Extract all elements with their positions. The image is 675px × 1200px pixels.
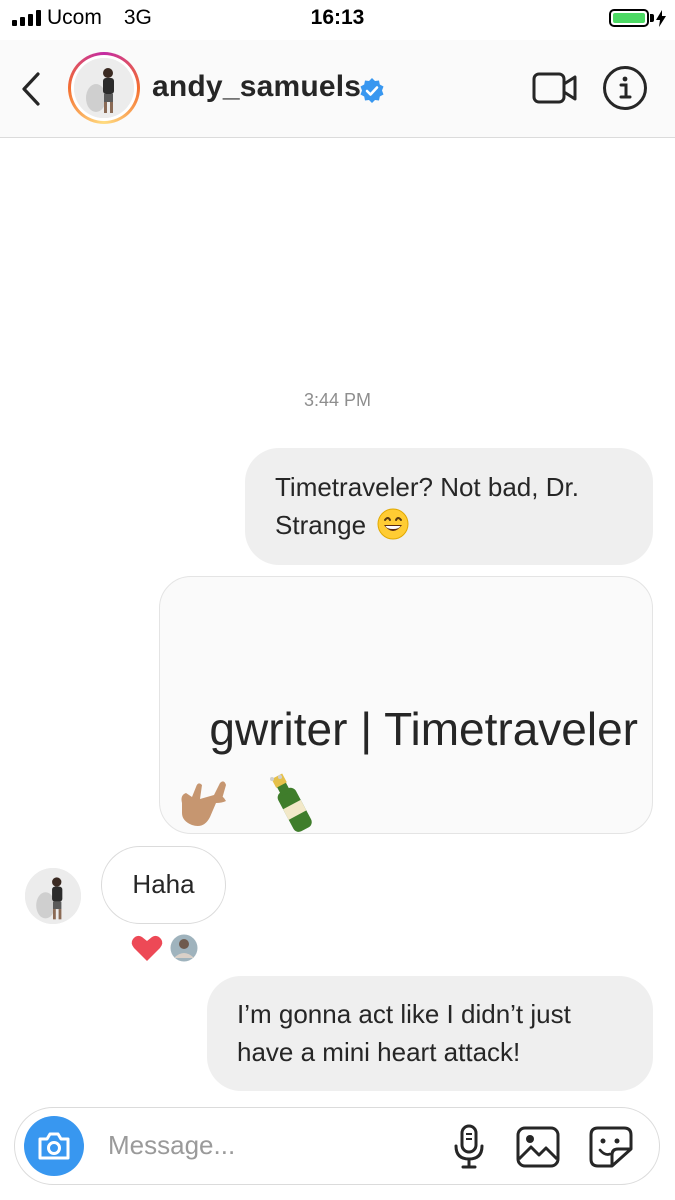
status-bar: Ucom 3G 16:13 (0, 0, 675, 40)
sender-avatar[interactable] (25, 868, 81, 924)
message-reactions[interactable] (130, 932, 202, 964)
message-text: Timetraveler? Not bad, Dr. Strange (275, 472, 579, 540)
outgoing-message[interactable]: I’m gonna act like I didn’t just have a … (207, 976, 653, 1091)
back-chevron-icon[interactable] (18, 70, 46, 108)
verified-badge-icon (360, 78, 384, 103)
chat-header: andy_samuels (0, 40, 675, 138)
grinning-face-emoji-icon (377, 508, 409, 540)
battery-tip (650, 14, 654, 22)
shared-post-emojis (181, 773, 312, 832)
chat-timestamp: 3:44 PM (303, 390, 372, 410)
message-text: I’m gonna act like I didn’t just have a … (237, 999, 571, 1067)
message-input[interactable]: Message... (108, 1130, 235, 1161)
shared-post-preview[interactable]: gwriter | Timetraveler (159, 576, 653, 834)
heart-reaction-icon (131, 935, 163, 961)
reactor-avatar-icon (169, 933, 199, 963)
sticker-icon[interactable] (588, 1125, 634, 1169)
camera-button[interactable] (24, 1116, 84, 1176)
gallery-icon[interactable] (515, 1125, 561, 1169)
charging-bolt-icon (656, 10, 666, 27)
message-composer: Message... (14, 1107, 660, 1185)
profile-avatar[interactable] (68, 52, 140, 124)
battery-icon (609, 9, 649, 27)
info-icon[interactable] (602, 65, 648, 111)
camera-icon (38, 1132, 70, 1160)
username-title[interactable]: andy_samuels (152, 70, 361, 104)
champagne-bottle-emoji-icon (271, 773, 312, 832)
message-text: Haha (132, 869, 195, 899)
incoming-message[interactable]: Haha (101, 846, 226, 924)
video-call-icon[interactable] (532, 70, 578, 106)
avatar-photo (74, 58, 134, 118)
status-time: 16:13 (310, 6, 365, 29)
outgoing-message[interactable]: Timetraveler? Not bad, Dr. Strange (245, 448, 653, 565)
microphone-icon[interactable] (452, 1124, 486, 1170)
call-me-hand-emoji-icon (181, 781, 226, 826)
shared-post-text: gwriter | Timetraveler (209, 703, 638, 755)
